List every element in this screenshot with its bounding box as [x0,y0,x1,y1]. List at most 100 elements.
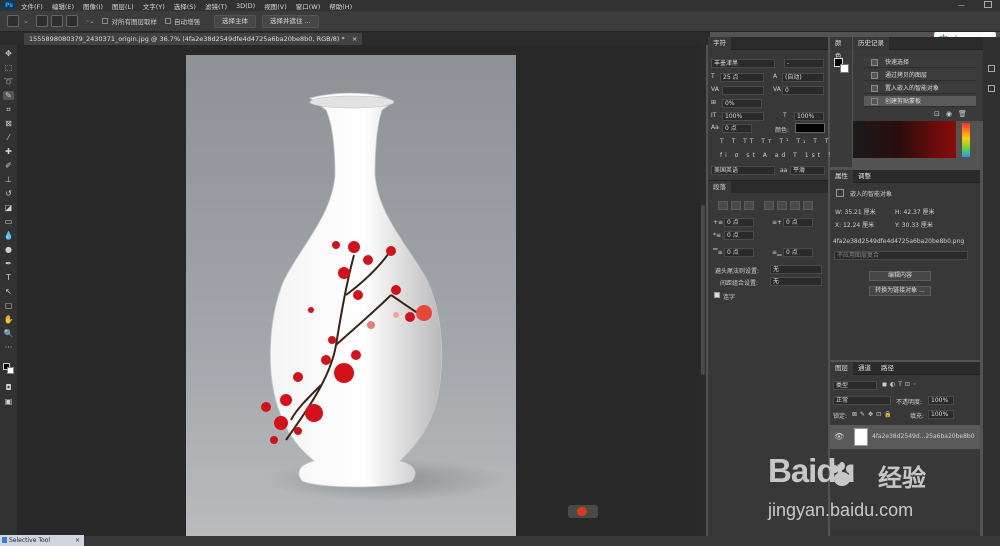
space-after-field[interactable]: 0 点 [783,248,813,257]
document-tab[interactable]: 1555898080379_2430371_origin.jpg @ 36.7%… [24,33,363,45]
history-brush-icon[interactable]: ↺ [3,189,14,198]
tab-character[interactable]: 字符 [708,36,731,50]
window-maximize-icon[interactable] [984,1,992,8]
history-item-selected[interactable]: 创建剪贴蒙板 [864,96,976,107]
horizontal-scale-field[interactable]: 100% [794,112,824,121]
history-actions-icons[interactable]: ⊡◉🗑 [934,110,973,118]
window-minimize-icon[interactable]: — [958,1,965,9]
history-item[interactable]: 通过拷贝的图层 [864,70,976,81]
selective-tool-window[interactable]: Selective Tool × [0,535,84,546]
tracking-field[interactable]: 0 [782,86,824,95]
canvas-vertical-scrollbar[interactable] [700,45,706,536]
menu-view[interactable]: 视图(V) [264,1,287,11]
opacity-field[interactable]: 100% [928,396,954,405]
layer-filter-select[interactable]: 类型 [833,381,877,390]
layer-thumbnail[interactable] [854,428,868,446]
menu-window[interactable]: 窗口(W) [296,1,321,11]
align-center-icon[interactable] [731,201,741,210]
path-selection-icon[interactable]: ↖ [3,287,14,296]
text-color-swatch[interactable] [795,123,825,133]
x-value[interactable]: X: 12.24 厘米 [835,220,874,229]
layer-name[interactable]: 4fa2e38d2549d...25a6ba20be8b0 [872,433,975,440]
convert-to-linked-button[interactable]: 转换为链接对象 ... [869,286,931,296]
tab-paragraph[interactable]: 段落 [708,181,731,194]
eyedropper-tool-icon[interactable]: ⁄ [3,133,14,142]
eraser-tool-icon[interactable]: ◪ [3,203,14,212]
document-image[interactable] [186,55,516,537]
pen-tool-icon[interactable]: ✒ [3,259,14,268]
select-subject-button[interactable]: 选择主体 [213,14,256,28]
add-selection-icon[interactable] [50,15,63,27]
subtract-selection-icon[interactable] [65,15,78,27]
justify-all-icon[interactable] [803,201,813,210]
height-value[interactable]: H: 42.37 厘米 [895,207,935,216]
lasso-tool-icon[interactable]: ➰ [3,77,14,86]
color-picker-field[interactable] [853,121,956,158]
opentype-buttons[interactable]: fi σ st A ad T 1st ½ [720,152,837,159]
quick-mask-icon[interactable]: ◘ [3,383,14,392]
blur-tool-icon[interactable]: 💧 [3,231,14,240]
lock-icons[interactable]: ⊠✎✥⊡🔒 [852,411,895,418]
dock-expand-icon[interactable] [988,65,995,72]
font-style-select[interactable]: - [784,59,824,68]
tsume-field[interactable]: 0% [722,99,762,108]
auto-enhance-checkbox[interactable]: 自动增强 [164,16,200,26]
scrollbar-thumb[interactable] [701,205,705,375]
menu-file[interactable]: 文件(F) [21,1,43,11]
layer-comp-select[interactable]: 不应用图层复合 [834,251,968,260]
menu-type[interactable]: 文字(Y) [143,1,165,11]
healing-brush-icon[interactable]: ✚ [3,147,14,156]
hand-tool-icon[interactable]: ✋ [3,315,14,324]
type-style-buttons[interactable]: T T TT Tт T¹ T₁ T T [720,138,832,145]
history-item[interactable]: 快速选择 [864,57,976,68]
space-before-field[interactable]: 0 点 [724,248,754,257]
brush-tool-icon[interactable]: ✐ [3,161,14,170]
mojikumi-select[interactable]: 无 [770,277,822,286]
screen-mode-icon[interactable]: ▣ [3,397,14,406]
marquee-tool-icon[interactable]: ⬚ [3,63,14,72]
menu-help[interactable]: 帮助(H) [329,1,352,11]
fill-field[interactable]: 100% [928,410,954,419]
move-tool-icon[interactable]: ✥ [3,49,14,58]
new-selection-icon[interactable] [35,15,48,27]
background-color-swatch[interactable] [7,367,14,374]
align-left-icon[interactable] [718,201,728,210]
align-right-icon[interactable] [744,201,754,210]
tab-channels[interactable]: 通道 [853,362,876,375]
layer-visibility-eye-icon[interactable]: 👁 [834,432,844,441]
indent-left-field[interactable]: 0 点 [724,218,754,227]
font-size-field[interactable]: 25 点 [720,73,764,82]
color-bg-swatch[interactable] [840,64,849,73]
tab-layers[interactable]: 图层 [830,361,853,375]
burasagari-select[interactable]: 无 [770,265,822,274]
menu-layer[interactable]: 图层(L) [112,1,134,11]
menu-3d[interactable]: 3D(D) [236,2,255,10]
menu-edit[interactable]: 编辑(E) [52,1,74,11]
history-item[interactable]: 置入嵌入的智能对象 [864,83,976,94]
leading-field[interactable]: (自动) [782,73,824,82]
vertical-scale-field[interactable]: 100% [722,112,764,121]
kerning-field[interactable] [722,86,764,95]
type-tool-icon[interactable]: T [3,273,14,282]
document-tab-close-icon[interactable]: × [352,35,357,43]
dodge-tool-icon[interactable]: ● [3,245,14,254]
first-line-indent-field[interactable]: 0 点 [724,231,754,240]
tab-properties[interactable]: 属性 [830,169,853,183]
hyphenate-checkbox[interactable] [714,292,720,298]
tab-color[interactable]: 颜色 [830,36,852,60]
blend-mode-select[interactable]: 正常 [833,396,891,405]
y-value[interactable]: Y: 30.33 厘米 [895,220,933,229]
tab-paths[interactable]: 路径 [876,362,899,375]
selective-tool-close-icon[interactable]: × [75,535,80,546]
width-value[interactable]: W: 35.21 厘米 [835,207,876,216]
menu-filter[interactable]: 滤镜(T) [205,1,227,11]
anti-alias-select[interactable]: 平滑 [790,166,825,175]
crop-tool-icon[interactable]: ⌗ [3,105,14,114]
dock-brushes-icon[interactable] [988,85,995,92]
baseline-shift-field[interactable]: 0 点 [722,124,752,133]
more-tools-icon[interactable]: ··· [3,343,14,352]
font-family-select[interactable]: 丰墨津黑 [711,59,775,68]
quick-selection-tool-icon[interactable]: ✎ [3,91,14,100]
language-select[interactable]: 美国英语 [711,166,775,175]
zoom-tool-icon[interactable]: 🔍 [3,329,14,338]
